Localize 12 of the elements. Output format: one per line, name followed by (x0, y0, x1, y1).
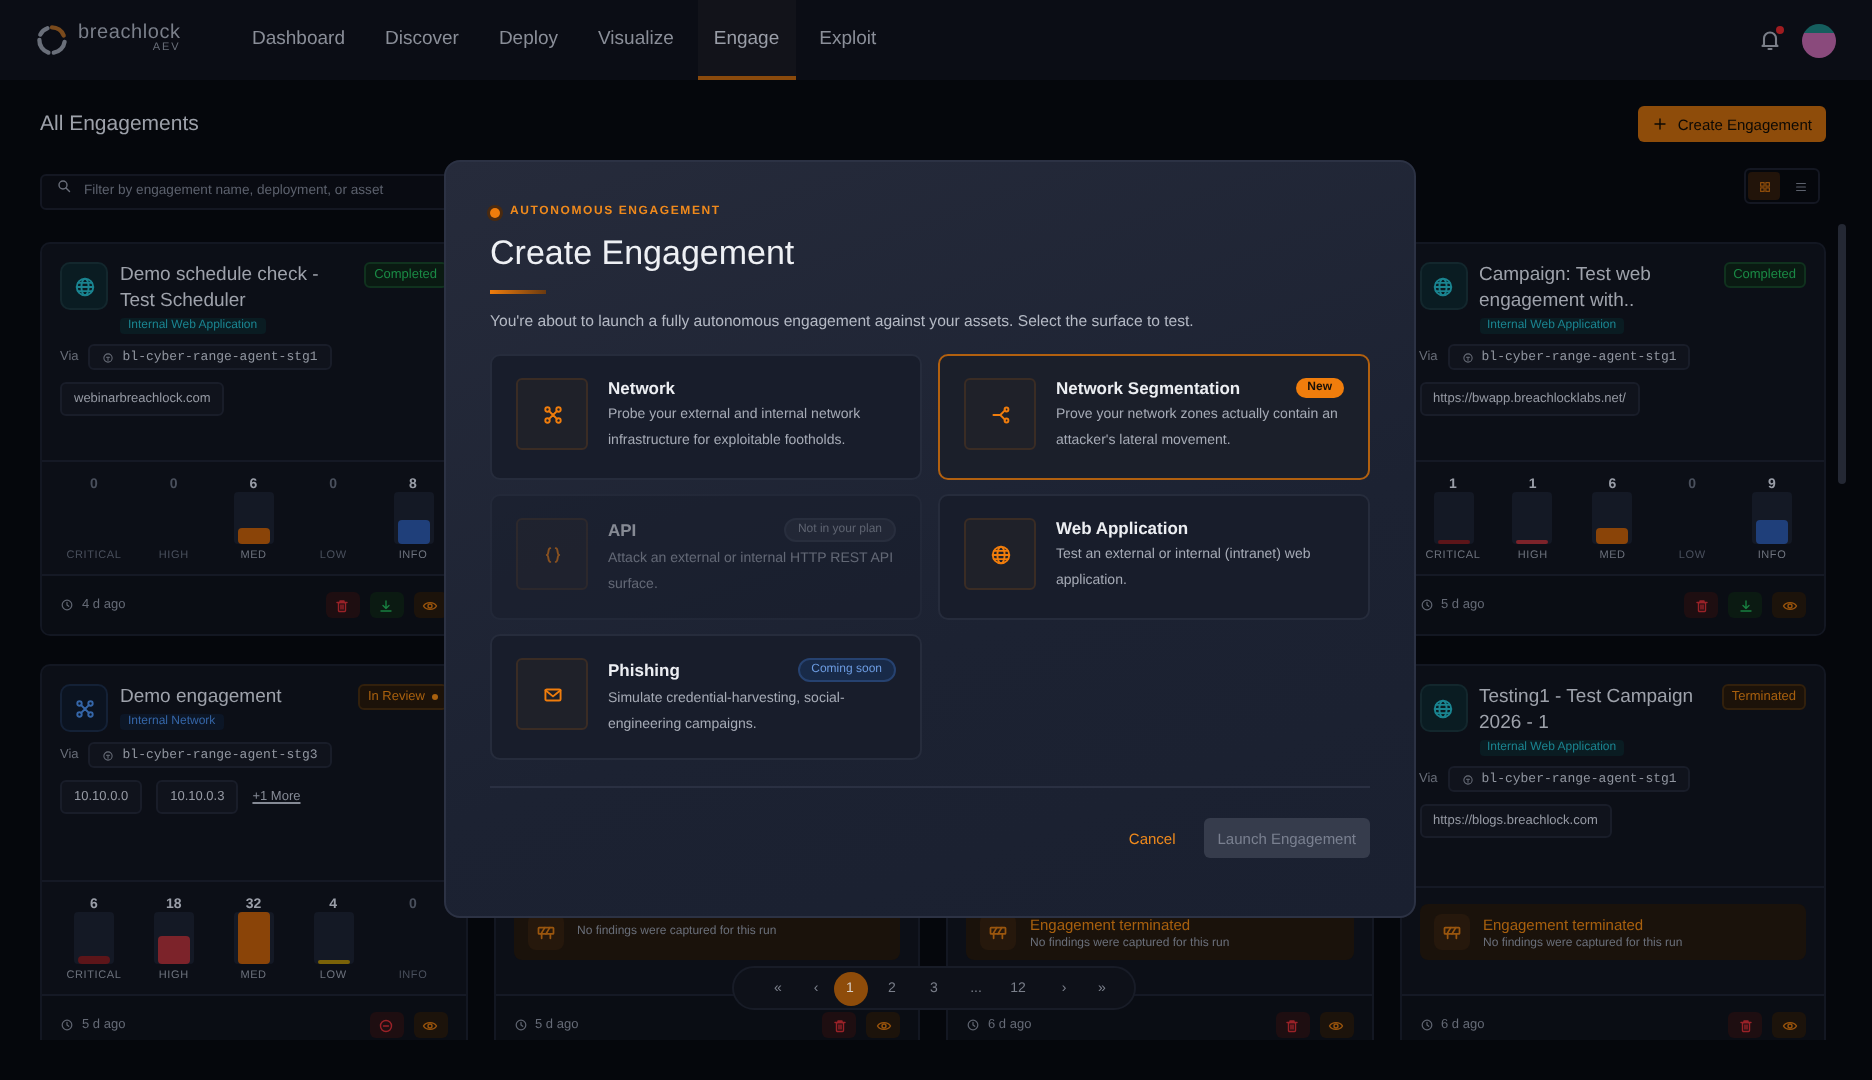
option-title: Network (608, 378, 676, 398)
option-title: Phishing (608, 660, 680, 680)
option-title: Web Application (1056, 518, 1189, 538)
card-title: Testing1 - Test Campaign 2026 - 1 (1479, 684, 1696, 736)
page-title: All Engagements (40, 112, 199, 136)
card-title: Demo schedule check - Test Scheduler (120, 262, 321, 314)
card-title: Campaign: Test web engagement with.. (1479, 262, 1653, 314)
option-title: API (608, 520, 637, 540)
option-title: Network Segmentation (1056, 378, 1241, 398)
dialog-title: Create Engagement (490, 234, 797, 274)
brand-name: breachlock (78, 24, 181, 45)
card-title: Demo engagement (120, 684, 282, 710)
